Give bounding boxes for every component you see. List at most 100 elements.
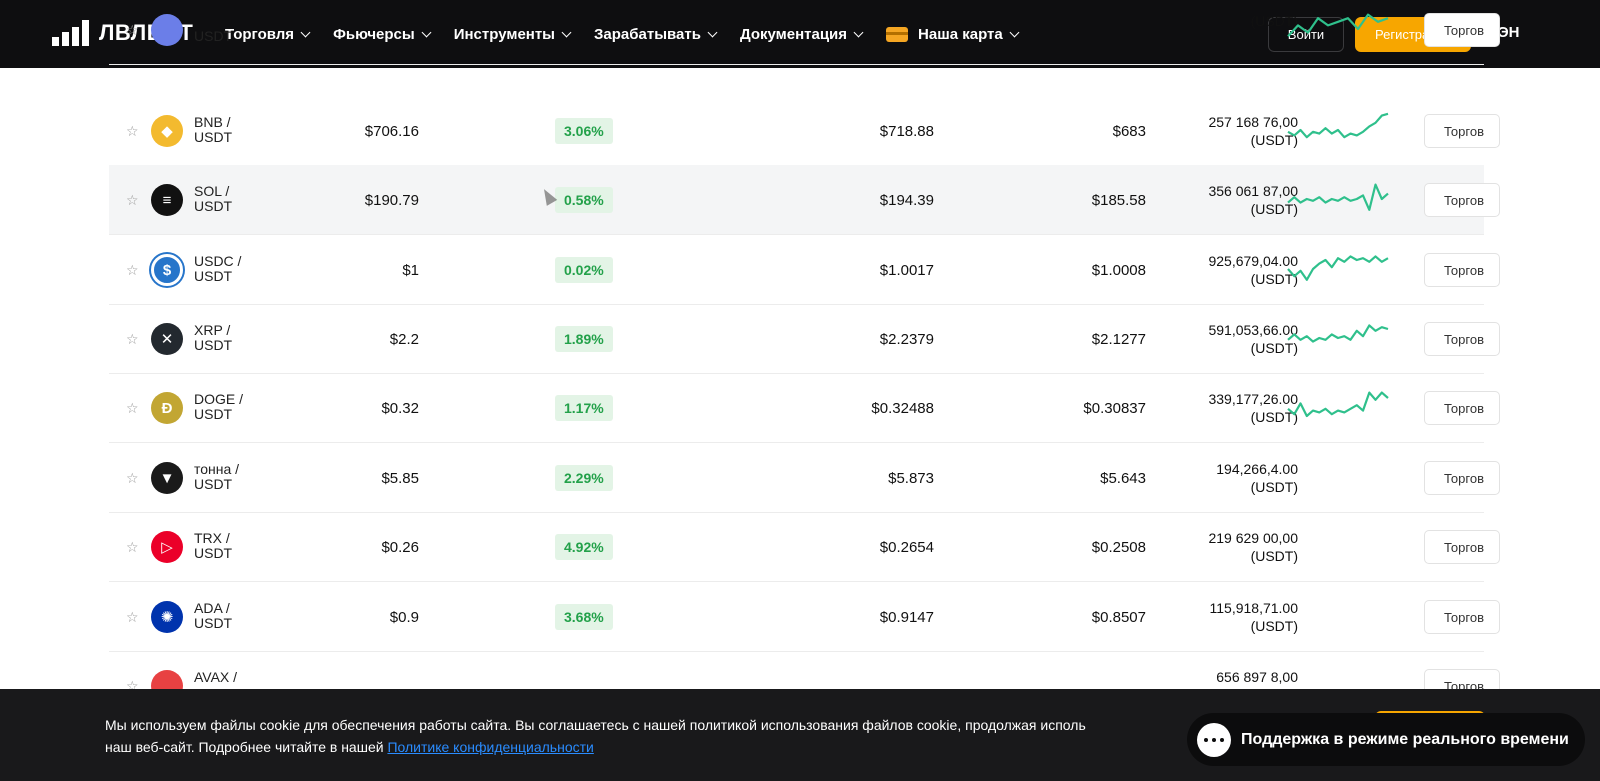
trade-button[interactable]: Торгов <box>1424 13 1500 47</box>
volume-unit: (USDT) <box>1250 340 1298 356</box>
last-price: $706.16 <box>364 123 419 140</box>
pair-base: BNB <box>194 114 223 130</box>
pair-quote: USDT <box>194 198 233 214</box>
pair-base: SOL <box>194 183 222 199</box>
change-badge: 3.68% <box>555 604 613 630</box>
favorite-star-icon[interactable]: ☆ <box>126 331 139 348</box>
high-price: $194.39 <box>879 192 934 209</box>
table-row[interactable]: ☆ ✕ XRP / USDT $2.2 1.89% $2.2379 $2.1277 591,05… <box>109 304 1500 374</box>
volume-unit: (USDT) <box>1250 271 1298 287</box>
pair-quote: USDT <box>194 615 233 631</box>
volume-cell: 925,679,04.00 (USDT) <box>1208 252 1298 288</box>
volume-cell: 656 897 8,00 <box>1216 668 1298 686</box>
last-price: $5.85 <box>381 470 419 487</box>
last-price: $1 <box>402 262 419 279</box>
volume-value: 194,266,4.00 <box>1216 461 1298 477</box>
language-switch[interactable]: ЭН <box>1498 24 1520 41</box>
favorite-star-icon[interactable]: ☆ <box>126 192 139 209</box>
trade-button[interactable]: Торгов <box>1424 253 1500 287</box>
volume-value: 356 061 87,00 <box>1208 183 1298 199</box>
volume-unit: (USDT) <box>1250 409 1298 425</box>
coin-icon: Ð <box>151 392 183 424</box>
chat-bubble-icon <box>1197 722 1231 757</box>
low-price: $683 <box>1112 123 1146 140</box>
trade-button[interactable]: Торгов <box>1424 183 1500 217</box>
table-row[interactable]: ☆ ▷ TRX / USDT $0.26 4.92% $0.2654 $0.2508 219 6… <box>109 512 1500 582</box>
pair-label: XRP / USDT <box>194 322 233 353</box>
table-row[interactable]: ☆ USDT (USDT) Торгов <box>109 0 1500 65</box>
pair-quote: USDT <box>194 28 233 44</box>
pair-base: USDC <box>194 253 234 269</box>
favorite-star-icon[interactable]: ☆ <box>126 123 139 140</box>
low-price: $2.1277 <box>1091 331 1146 348</box>
table-row[interactable]: ☆ ≡ SOL / USDT $190.79 0.58% $194.39 $185.58 356… <box>109 165 1500 235</box>
pair-base: XRP <box>194 322 223 338</box>
volume-cell: 219 629 00,00 (USDT) <box>1208 529 1298 565</box>
trade-button[interactable]: Торгов <box>1424 114 1500 148</box>
pair-label: BNB / USDT <box>194 114 233 145</box>
table-row[interactable]: ☆ $ USDC / USDT $1 0.02% $1.0017 $1.0008 925,679… <box>109 235 1500 305</box>
volume-cell: 194,266,4.00 (USDT) <box>1216 460 1298 496</box>
table-row[interactable]: ☆ ◆ BNB / USDT $706.16 3.06% $718.88 $683 257 16… <box>109 96 1500 166</box>
trade-button[interactable]: Торгов <box>1424 600 1500 634</box>
change-badge: 0.02% <box>555 257 613 283</box>
pair-quote: USDT <box>194 129 233 145</box>
high-price: $5.873 <box>888 470 934 487</box>
high-price: $2.2379 <box>879 331 934 348</box>
trade-button[interactable]: Торгов <box>1424 322 1500 356</box>
change-badge: 4.92% <box>555 534 613 560</box>
favorite-star-icon[interactable]: ☆ <box>126 470 139 487</box>
coin-icon: ◆ <box>151 115 183 147</box>
volume-unit: (USDT) <box>1250 479 1298 495</box>
coin-icon: ✺ <box>151 601 183 633</box>
coin-icon: ✕ <box>151 323 183 355</box>
sparkline-chart <box>1287 112 1389 139</box>
sparkline-line <box>1287 183 1389 211</box>
pair-quote: USDT <box>194 406 233 422</box>
volume-value: 591,053,66.00 <box>1208 322 1298 338</box>
favorite-star-icon[interactable]: ☆ <box>126 262 139 279</box>
logo-bars-icon <box>52 20 89 46</box>
low-price: $185.58 <box>1091 192 1146 209</box>
pair-base: DOGE <box>194 391 236 407</box>
cookie-text-line-1: Мы используем файлы cookie для обеспечен… <box>105 717 1086 733</box>
high-price: $0.32488 <box>871 400 934 417</box>
pair-base: AVAX <box>194 669 230 685</box>
last-price: $0.32 <box>381 400 419 417</box>
volume-value: 257 168 76,00 <box>1208 114 1298 130</box>
trade-button[interactable]: Торгов <box>1424 530 1500 564</box>
pair-quote: USDT <box>194 476 233 492</box>
trade-button[interactable]: Торгов <box>1424 461 1500 495</box>
low-price: $1.0008 <box>1091 262 1146 279</box>
live-support-button[interactable]: Поддержка в режиме реального времени <box>1187 713 1585 766</box>
volume-cell: 115,918,71.00 (USDT) <box>1210 599 1299 635</box>
pair-base: TRX <box>194 530 222 546</box>
volume-cell: 257 168 76,00 (USDT) <box>1208 113 1298 149</box>
pair-quote: USDT <box>194 268 233 284</box>
favorite-star-icon[interactable]: ☆ <box>126 400 139 417</box>
coin-icon: ≡ <box>151 184 183 216</box>
change-badge: 1.17% <box>555 395 613 421</box>
change-badge: 3.06% <box>555 118 613 144</box>
coin-icon: ▷ <box>151 531 183 563</box>
change-badge: 2.29% <box>555 465 613 491</box>
cookie-text-line-2: наш веб-сайт. Подробнее читайте в нашей <box>105 739 388 755</box>
sparkline-line <box>1287 13 1389 37</box>
table-row[interactable]: ☆ Ð DOGE / USDT $0.32 1.17% $0.32488 $0.30837 33… <box>109 373 1500 443</box>
sparkline-line <box>1287 324 1389 343</box>
pair-label: ADA / USDT <box>194 600 233 631</box>
favorite-star-icon[interactable]: ☆ <box>126 22 139 39</box>
table-row[interactable]: ☆ ▼ тонна / USDT $5.85 2.29% $5.873 $5.643 194,2… <box>109 443 1500 513</box>
favorite-star-icon[interactable]: ☆ <box>126 539 139 556</box>
low-price: $0.8507 <box>1091 609 1146 626</box>
privacy-policy-link[interactable]: Политике конфиденциальности <box>387 739 593 755</box>
last-price: $2.2 <box>389 331 419 348</box>
favorite-star-icon[interactable]: ☆ <box>126 609 139 626</box>
trade-button[interactable]: Торгов <box>1424 391 1500 425</box>
volume-cell: 356 061 87,00 (USDT) <box>1208 182 1298 218</box>
volume-cell: 591,053,66.00 (USDT) <box>1208 321 1298 357</box>
volume-unit: (USDT) <box>1250 132 1298 148</box>
pair-label: TRX / USDT <box>194 530 233 561</box>
pair-label: SOL / USDT <box>194 183 233 214</box>
table-row[interactable]: ☆ ✺ ADA / USDT $0.9 3.68% $0.9147 $0.8507 115,91… <box>109 582 1500 652</box>
